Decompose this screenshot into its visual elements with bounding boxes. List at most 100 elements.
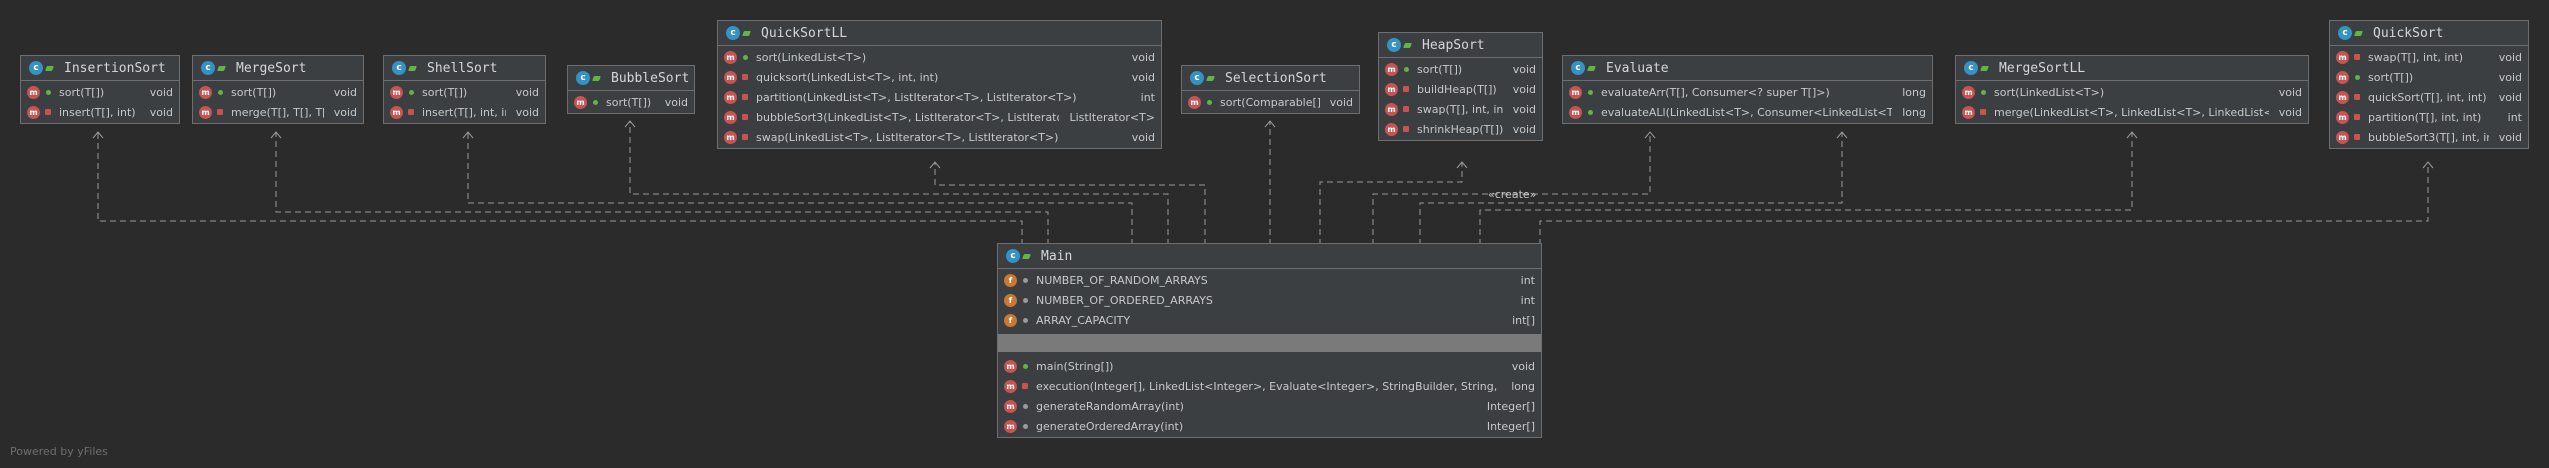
class-icon: c (1571, 61, 1585, 75)
class-main[interactable]: c Main f NUMBER_OF_RANDOM_ARRAYS int f NUMBE… (997, 243, 1542, 438)
selected-separator-row[interactable] (998, 334, 1541, 352)
private-modifier-icon (1401, 86, 1411, 92)
return-type: void (664, 95, 688, 109)
method-icon: m (1385, 122, 1398, 136)
class-methods: m sort(LinkedList<T>) void m quicksort(Linke… (718, 46, 1161, 148)
field-row[interactable]: f ARRAY_CAPACITY int[] (998, 310, 1541, 330)
class-mergesortll[interactable]: c MergeSortLL m sort(LinkedList<T>) void m m… (1955, 55, 2309, 124)
method-row[interactable]: m insert(T[], int, int) void (384, 102, 545, 122)
private-modifier-icon (2352, 114, 2362, 120)
method-row[interactable]: m generateOrderedArray(int) Integer[] (998, 416, 1541, 436)
return-type: int (1140, 90, 1155, 104)
class-quicksort[interactable]: c QuickSort m swap(T[], int, int) void m sor… (2329, 20, 2529, 149)
method-row[interactable]: m sort(T[]) void (193, 82, 363, 102)
method-row[interactable]: m sort(Comparable[]) void (1182, 92, 1359, 112)
field-name: NUMBER_OF_RANDOM_ARRAYS (1036, 273, 1208, 287)
method-row[interactable]: m sort(T[]) void (568, 92, 694, 112)
method-icon: m (724, 90, 737, 104)
method-icon: m (199, 105, 212, 119)
field-name: NUMBER_OF_ORDERED_ARRAYS (1036, 293, 1213, 307)
method-row[interactable]: m swap(T[], int, int) void (2330, 47, 2528, 67)
method-row[interactable]: m sort(LinkedList<T>) void (1956, 82, 2308, 102)
method-row[interactable]: m generateRandomArray(int) Integer[] (998, 396, 1541, 416)
class-name: BubbleSort (611, 70, 690, 86)
class-evaluate[interactable]: c Evaluate m evaluateArr(T[], Consumer<? … (1562, 55, 1933, 124)
private-modifier-icon (740, 114, 750, 120)
public-icon (1588, 64, 1596, 72)
return-type: void (1131, 130, 1155, 144)
method-row[interactable]: m sort(T[]) void (1379, 59, 1542, 79)
class-header: c Evaluate (1563, 56, 1932, 81)
return-type: void (149, 105, 173, 119)
method-row[interactable]: m partition(LinkedList<T>, ListIterator<T… (718, 87, 1161, 107)
public-modifier-icon (1585, 89, 1595, 95)
method-row[interactable]: m main(String[]) void (998, 356, 1541, 376)
method-row[interactable]: m evaluateArr(T[], Consumer<? super T[]>)… (1563, 82, 1932, 102)
public-icon (409, 64, 417, 72)
public-icon (1023, 252, 1031, 260)
public-modifier-icon (1020, 363, 1030, 369)
method-signature: sort(T[]) (1417, 62, 1463, 76)
class-icon: c (201, 61, 215, 75)
public-icon (46, 64, 54, 72)
private-modifier-icon (2352, 134, 2362, 140)
class-icon: c (1006, 249, 1020, 263)
method-row[interactable]: m merge(LinkedList<T>, LinkedList<T>, Lin… (1956, 102, 2308, 122)
class-name: Evaluate (1606, 60, 1669, 76)
return-type: long (1902, 85, 1926, 99)
class-icon: c (1387, 38, 1401, 52)
method-row[interactable]: m shrinkHeap(T[]) void (1379, 119, 1542, 139)
create-stereotype-label: «create» (1488, 188, 1537, 201)
public-modifier-icon (215, 89, 225, 95)
private-modifier-icon (740, 94, 750, 100)
method-row[interactable]: m swap(T[], int, int) void (1379, 99, 1542, 119)
method-row[interactable]: m sort(T[]) void (384, 82, 545, 102)
class-icon: c (29, 61, 43, 75)
class-quicksortll[interactable]: c QuickSortLL m sort(LinkedList<T>) void m q… (717, 20, 1162, 149)
method-row[interactable]: m execution(Integer[], LinkedList<Integer… (998, 376, 1541, 396)
class-header: c InsertionSort (21, 56, 179, 81)
class-selectionsort[interactable]: c SelectionSort m sort(Comparable[]) void (1181, 65, 1360, 114)
return-type: void (1329, 95, 1353, 109)
method-row[interactable]: m quickSort(T[], int, int) void (2330, 87, 2528, 107)
return-type: void (1131, 50, 1155, 64)
field-row[interactable]: f NUMBER_OF_RANDOM_ARRAYS int (998, 270, 1541, 290)
class-heapsort[interactable]: c HeapSort m sort(T[]) void m buildHeap(T[])… (1378, 32, 1543, 141)
method-row[interactable]: m buildHeap(T[]) void (1379, 79, 1542, 99)
class-name: HeapSort (1422, 37, 1485, 53)
method-icon: m (1962, 85, 1975, 99)
private-modifier-icon (740, 134, 750, 140)
return-type: void (2278, 105, 2302, 119)
field-row[interactable]: f NUMBER_OF_ORDERED_ARRAYS int (998, 290, 1541, 310)
field-icon: f (1004, 313, 1017, 327)
class-insertionsort[interactable]: c InsertionSort m sort(T[]) void m insert(T[… (20, 55, 180, 124)
public-icon (1404, 41, 1412, 49)
public-modifier-icon (1204, 99, 1214, 105)
public-modifier-icon (590, 99, 600, 105)
method-icon: m (1385, 82, 1398, 96)
class-methods: m swap(T[], int, int) void m sort(T[]) void m q… (2330, 46, 2528, 148)
method-row[interactable]: m partition(T[], int, int) int (2330, 107, 2528, 127)
class-shellsort[interactable]: c ShellSort m sort(T[]) void m insert(T[], i… (383, 55, 546, 124)
method-row[interactable]: m swap(LinkedList<T>, ListIterator<T>, Li… (718, 127, 1161, 147)
class-bubblesort[interactable]: c BubbleSort m sort(T[]) void (567, 65, 695, 114)
class-fields: f NUMBER_OF_RANDOM_ARRAYS int f NUMBER_OF_OR… (998, 269, 1541, 331)
method-icon: m (27, 85, 40, 99)
class-header: c BubbleSort (568, 66, 694, 91)
method-signature: buildHeap(T[]) (1417, 82, 1497, 96)
class-icon: c (726, 26, 740, 40)
method-row[interactable]: m evaluateALl(LinkedList<T>, Consumer<Lin… (1563, 102, 1932, 122)
method-row[interactable]: m quicksort(LinkedList<T>, int, int) void (718, 67, 1161, 87)
class-icon: c (2338, 26, 2352, 40)
return-type: void (149, 85, 173, 99)
method-row[interactable]: m insert(T[], int) void (21, 102, 179, 122)
method-row[interactable]: m sort(T[]) void (2330, 67, 2528, 87)
method-row[interactable]: m bubbleSort3(LinkedList<T>, ListIterator… (718, 107, 1161, 127)
method-row[interactable]: m merge(T[], T[], T[]) void (193, 102, 363, 122)
method-row[interactable]: m sort(T[]) void (21, 82, 179, 102)
public-icon (2355, 29, 2363, 37)
method-icon: m (574, 95, 587, 109)
method-row[interactable]: m sort(LinkedList<T>) void (718, 47, 1161, 67)
method-row[interactable]: m bubbleSort3(T[], int, int) void (2330, 127, 2528, 147)
class-mergesort[interactable]: c MergeSort m sort(T[]) void m merge(T[], T[… (192, 55, 364, 124)
